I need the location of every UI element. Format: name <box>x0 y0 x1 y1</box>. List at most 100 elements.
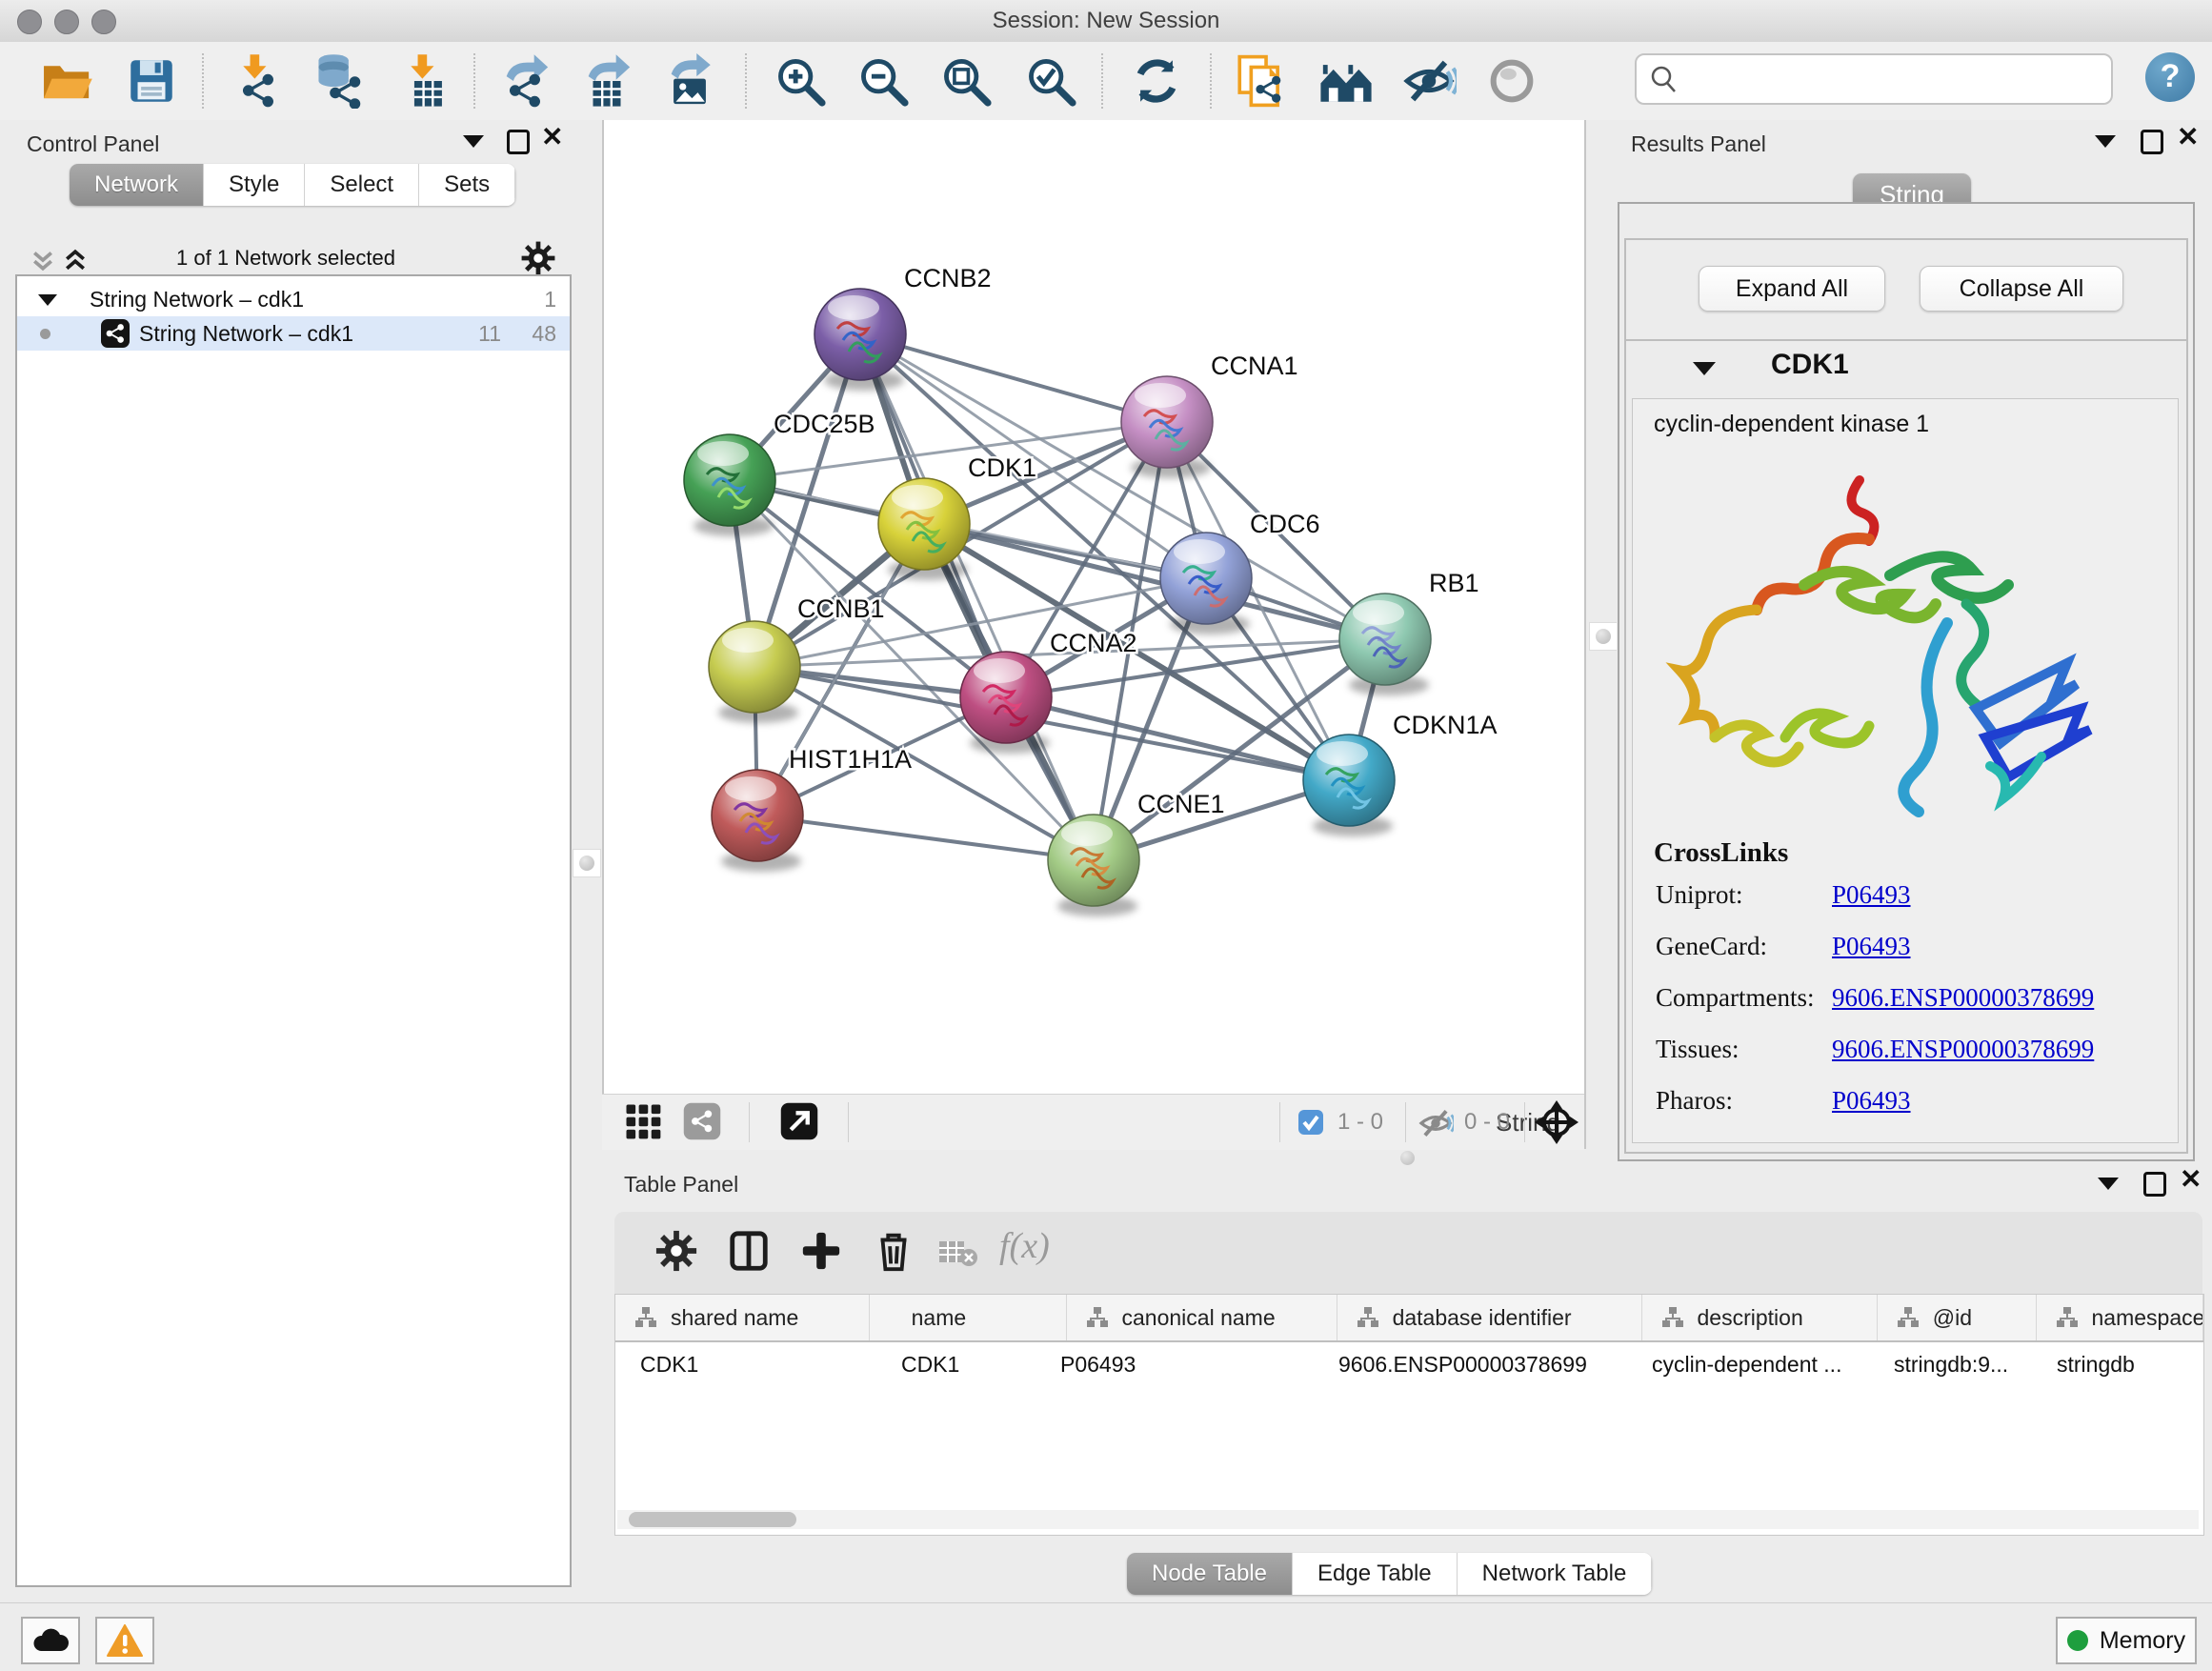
table-cell[interactable]: CDK1 <box>876 1342 1036 1386</box>
table-cell[interactable]: P06493 <box>1036 1342 1314 1386</box>
help-button[interactable]: ? <box>2145 52 2195 102</box>
toolbar-separator <box>745 53 747 109</box>
crosslink-link[interactable]: 9606.ENSP00000378699 <box>1832 1035 2094 1064</box>
close-panel-icon[interactable]: ✕ <box>541 128 563 147</box>
horizontal-splitter-handle[interactable] <box>1400 1151 1415 1165</box>
toolbar-separator <box>202 53 204 109</box>
refresh-icon[interactable] <box>1129 53 1184 109</box>
network-canvas[interactable]: CCNB2CCNA1CDC25BCDK1CDC6RB1CCNB1CCNA2CDK… <box>602 120 1584 1094</box>
tab-select[interactable]: Select <box>305 164 419 206</box>
close-panel-icon[interactable]: ✕ <box>2177 128 2199 147</box>
birds-eye-view-icon[interactable] <box>1534 1099 1579 1150</box>
toolbar-separator <box>1210 53 1212 109</box>
expand-all-button[interactable]: Expand All <box>1699 266 1885 312</box>
memory-button[interactable]: Memory <box>2056 1617 2197 1664</box>
zoom-fit-content-icon[interactable] <box>938 53 994 109</box>
collapse-triangle-icon[interactable] <box>1693 362 1716 375</box>
save-session-icon[interactable] <box>124 53 179 109</box>
export-image-icon[interactable] <box>662 53 717 109</box>
node-CCNB1[interactable]: CCNB1 <box>709 594 885 723</box>
select-columns-icon[interactable] <box>727 1229 771 1278</box>
add-column-icon[interactable] <box>799 1229 843 1278</box>
node-HIST1H1A[interactable]: HIST1H1A <box>712 745 912 872</box>
table-cell[interactable]: stringdb:9... <box>1869 1342 2032 1386</box>
show-all-icon[interactable] <box>1484 53 1539 109</box>
duplicate-network-icon[interactable] <box>1233 53 1288 109</box>
column-header-namespace[interactable]: namespace <box>2037 1295 2204 1340</box>
function-builder-icon-disabled: f(x) <box>999 1225 1050 1267</box>
column-header-shared-name[interactable]: shared name <box>615 1295 870 1340</box>
shared-column-icon <box>1086 1306 1109 1329</box>
minimize-panel-icon[interactable] <box>2098 1178 2119 1190</box>
hide-selected-icon[interactable] <box>1401 53 1457 109</box>
zoom-in-icon[interactable] <box>773 53 828 109</box>
column-header-description[interactable]: description <box>1642 1295 1878 1340</box>
search-input[interactable] <box>1686 59 2100 97</box>
column-header-database-identifier[interactable]: database identifier <box>1337 1295 1642 1340</box>
node-RB1[interactable]: RB1 <box>1339 569 1479 695</box>
left-splitter-handle[interactable] <box>573 849 601 877</box>
gene-description: cyclin-dependent kinase 1 <box>1633 399 2178 438</box>
import-network-database-icon[interactable] <box>311 53 366 109</box>
collapse-triangle-icon[interactable] <box>38 294 57 306</box>
network-share-view-icon[interactable] <box>682 1101 722 1146</box>
minimize-panel-icon[interactable] <box>463 135 484 148</box>
node-CDKN1A[interactable]: CDKN1A <box>1303 711 1498 836</box>
hidden-eye-icon[interactable] <box>1418 1105 1454 1146</box>
gene-details: cyclin-dependent kinase 1 <box>1632 398 2179 1143</box>
selected-checkbox-icon[interactable] <box>1297 1109 1324 1140</box>
export-network-icon[interactable] <box>497 53 553 109</box>
table-cell[interactable]: stringdb <box>2032 1342 2203 1386</box>
export-table-icon[interactable] <box>579 53 634 109</box>
open-in-new-window-icon[interactable] <box>779 1101 819 1146</box>
node-CCNA1[interactable]: CCNA1 <box>1121 352 1298 478</box>
float-panel-icon[interactable] <box>2143 1172 2166 1197</box>
table-settings-gear-icon[interactable] <box>654 1229 698 1278</box>
table-cell[interactable]: CDK1 <box>615 1342 876 1386</box>
import-table-file-icon[interactable] <box>398 53 453 109</box>
close-panel-icon[interactable]: ✕ <box>2180 1170 2202 1189</box>
tab-node-table[interactable]: Node Table <box>1127 1553 1293 1595</box>
edge-CCNB2-CCNE1[interactable] <box>860 334 1094 860</box>
zoom-out-icon[interactable] <box>855 53 911 109</box>
float-panel-icon[interactable] <box>507 130 530 154</box>
tab-style[interactable]: Style <box>204 164 305 206</box>
cloud-button[interactable] <box>21 1617 80 1664</box>
column-header-name[interactable]: name <box>870 1295 1067 1340</box>
delete-column-icon[interactable] <box>872 1229 915 1278</box>
column-header-@id[interactable]: @id <box>1878 1295 2037 1340</box>
tab-sets[interactable]: Sets <box>419 164 515 206</box>
horizontal-scrollbar[interactable] <box>617 1510 2199 1529</box>
crosslink-link[interactable]: P06493 <box>1832 880 1911 910</box>
float-panel-icon[interactable] <box>2141 130 2163 154</box>
column-header-canonical-name[interactable]: canonical name <box>1067 1295 1337 1340</box>
tab-network[interactable]: Network <box>70 164 204 206</box>
first-neighbors-icon[interactable] <box>1318 53 1374 109</box>
open-session-icon[interactable] <box>38 53 93 109</box>
edge-HIST1H1A-CCNE1[interactable] <box>757 815 1094 860</box>
minimize-panel-icon[interactable] <box>2095 135 2116 148</box>
table-cell[interactable]: 9606.ENSP00000378699 <box>1314 1342 1627 1386</box>
network-row[interactable]: String Network – cdk1 11 48 <box>17 316 570 351</box>
crosslink-link[interactable]: 9606.ENSP00000378699 <box>1832 983 2094 1013</box>
scrollbar-thumb[interactable] <box>629 1512 796 1527</box>
collapse-all-button[interactable]: Collapse All <box>1920 266 2123 312</box>
table-row[interactable]: CDK1CDK1P064939606.ENSP00000378699cyclin… <box>615 1342 2203 1386</box>
node-label-CDK1: CDK1 <box>968 453 1036 482</box>
right-splitter[interactable] <box>1584 120 1617 1149</box>
tab-network-table[interactable]: Network Table <box>1458 1553 1653 1595</box>
import-network-file-icon[interactable] <box>231 53 286 109</box>
zoom-selected-icon[interactable] <box>1023 53 1078 109</box>
node-CCNE1[interactable]: CCNE1 <box>1048 790 1225 916</box>
right-splitter-handle[interactable] <box>1589 622 1618 651</box>
network-collection-row[interactable]: String Network – cdk1 1 <box>17 282 570 316</box>
table-cell[interactable]: cyclin-dependent ... <box>1627 1342 1869 1386</box>
left-splitter[interactable] <box>572 120 604 1149</box>
shared-column-icon <box>1897 1306 1920 1329</box>
crosslink-link[interactable]: P06493 <box>1832 1086 1911 1116</box>
node-CDK1[interactable]: CDK1 <box>878 453 1036 580</box>
tab-edge-table[interactable]: Edge Table <box>1293 1553 1458 1595</box>
crosslink-link[interactable]: P06493 <box>1832 932 1911 961</box>
warnings-button[interactable] <box>95 1617 154 1664</box>
grid-view-icon[interactable] <box>623 1101 663 1146</box>
